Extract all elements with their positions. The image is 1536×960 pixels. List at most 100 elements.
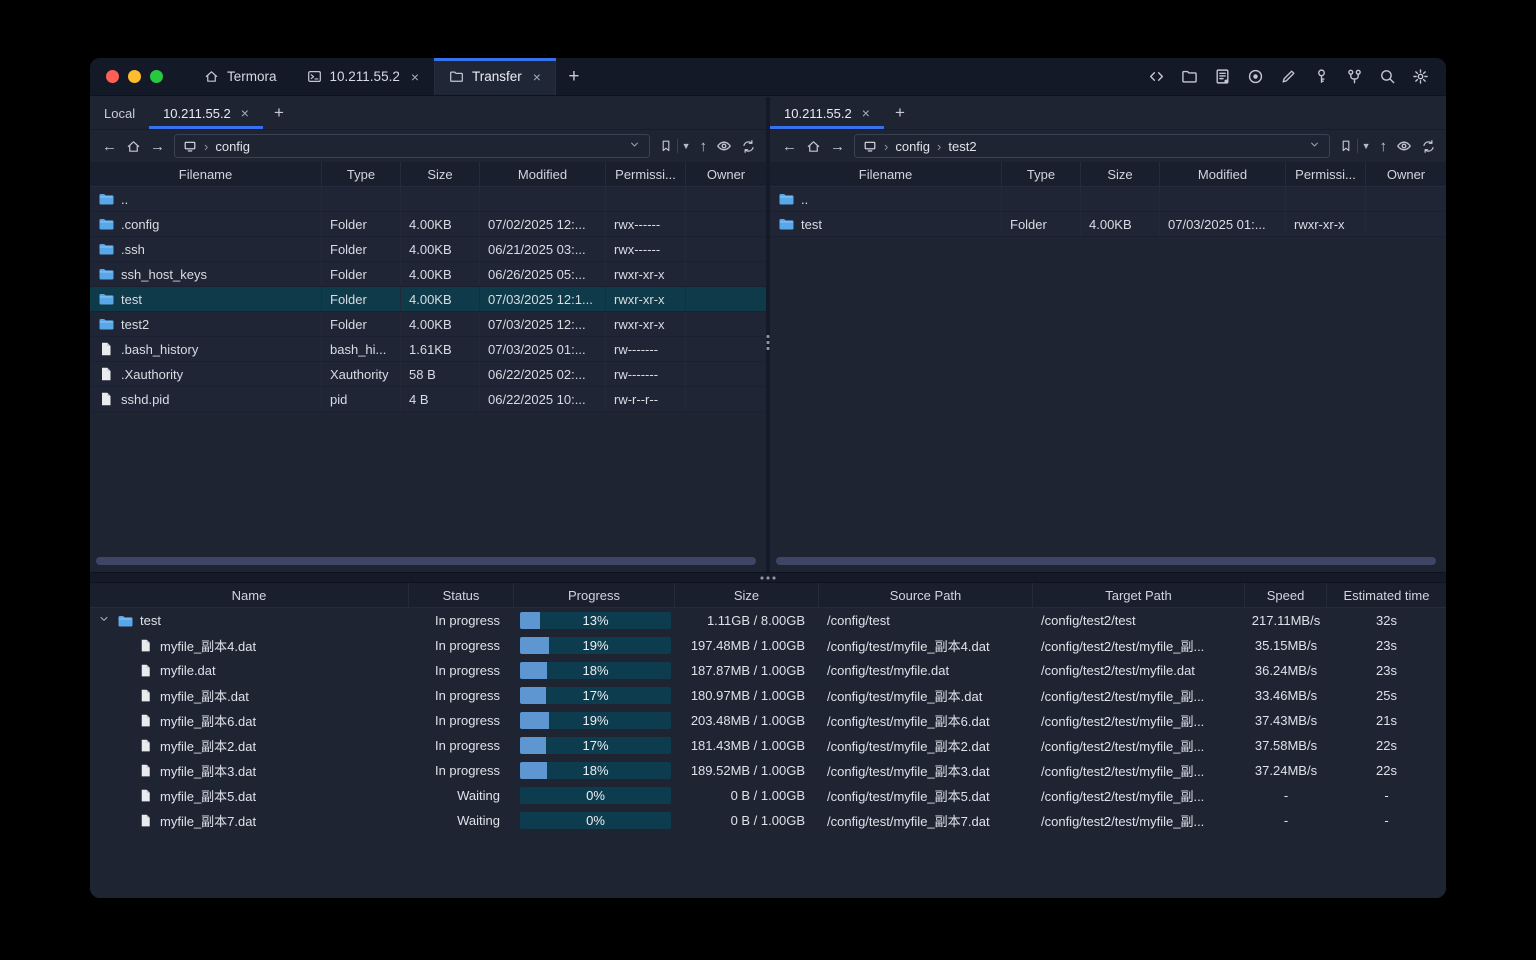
column-header[interactable]: Name [90,583,409,607]
column-header[interactable]: Type [322,162,401,186]
right_panel-tab-strip: 10.211.55.2 × + [770,97,1446,130]
upload-button[interactable]: ↑ [700,139,708,154]
expand-chevron-icon[interactable] [98,613,110,628]
caret-down-icon[interactable]: ▼ [1362,141,1371,151]
path-input[interactable]: › config [174,134,650,158]
close-icon[interactable]: × [411,69,419,85]
file-table-body: .. test Folder 4.00KB 07/03/2025 01:... rwxr-… [770,187,1446,237]
column-header[interactable]: Speed [1245,583,1327,607]
refresh-button[interactable] [741,139,756,154]
table-row[interactable]: .Xauthority Xauthority 58 B 06/22/2025 02:.… [90,362,766,387]
gear-button[interactable] [1408,65,1432,89]
column-header[interactable]: Size [1081,162,1160,186]
transfer-row[interactable]: myfile_副本4.dat In progress 19% 197.48MB / 1… [90,633,1446,658]
table-row[interactable]: ssh_host_keys Folder 4.00KB 06/26/2025 05:.… [90,262,766,287]
new-panel-tab-button[interactable]: + [884,97,916,129]
edit-button[interactable] [1276,65,1300,89]
column-header[interactable]: Owner [686,162,766,186]
new-panel-tab-button[interactable]: + [263,97,295,129]
new-title-tab-button[interactable]: + [556,58,592,95]
transfer-row[interactable]: myfile_副本7.dat Waiting 0% 0 B / 1.00GB/conf… [90,808,1446,833]
horizontal-scrollbar[interactable] [776,557,1436,565]
home-button[interactable] [806,139,821,154]
table-row[interactable]: .ssh Folder 4.00KB 06/21/2025 03:... rwx----… [90,237,766,262]
key-button[interactable] [1309,65,1333,89]
column-header[interactable]: Type [1002,162,1081,186]
record-button[interactable] [1243,65,1267,89]
transfer-row[interactable]: test In progress 13% 1.11GB / 8.00GB/config… [90,608,1446,633]
refresh-button[interactable] [1421,139,1436,154]
column-header[interactable]: Estimated time [1327,583,1446,607]
path-segment[interactable]: config [215,139,250,154]
log-button[interactable] [1210,65,1234,89]
table-row[interactable]: test Folder 4.00KB 07/03/2025 01:... rwxr-xr… [770,212,1446,237]
table-row[interactable]: .. [770,187,1446,212]
search-button[interactable] [1375,65,1399,89]
keychain-button[interactable] [1342,65,1366,89]
table-row[interactable]: .config Folder 4.00KB 07/02/2025 12:... rwx-… [90,212,766,237]
horizontal-splitter[interactable] [90,572,1446,583]
table-row[interactable]: test2 Folder 4.00KB 07/03/2025 12:... rwxr-x… [90,312,766,337]
table-row[interactable]: test Folder 4.00KB 07/03/2025 12:1... rwxr-x… [90,287,766,312]
transfer-row[interactable]: myfile_副本6.dat In progress 19% 203.48MB / 1… [90,708,1446,733]
back-button[interactable]: ← [782,139,797,154]
column-header[interactable]: Size [401,162,480,186]
chevron-down-icon[interactable] [1308,138,1321,154]
column-header[interactable]: Source Path [819,583,1033,607]
path-input[interactable]: › config › test2 [854,134,1330,158]
title-tab-transfer[interactable]: Transfer × [434,58,556,95]
column-header[interactable]: Permissi... [606,162,686,186]
column-header[interactable]: Status [409,583,514,607]
horizontal-scrollbar[interactable] [96,557,756,565]
table-row[interactable]: .. [90,187,766,212]
progress-bar: 0% [520,787,671,804]
close-icon[interactable]: × [862,105,870,121]
table-row[interactable]: .bash_history bash_hi... 1.61KB 07/03/2025 … [90,337,766,362]
show-hidden-button[interactable] [716,138,732,154]
minimize-window-button[interactable] [128,70,141,83]
file-modified [480,187,606,211]
panel-tab-local[interactable]: Local [90,97,149,129]
close-icon[interactable]: × [241,105,249,121]
bookmark-button[interactable] [1339,139,1353,153]
column-header[interactable]: Progress [514,583,675,607]
transfer-row[interactable]: myfile.dat In progress 18% 187.87MB / 1.00G… [90,658,1446,683]
table-row[interactable]: sshd.pid pid 4 B 06/22/2025 10:... rw-r--r-- [90,387,766,412]
upload-button[interactable]: ↑ [1380,139,1388,154]
column-header[interactable]: Filename [90,162,322,186]
column-header[interactable]: Filename [770,162,1002,186]
home-button[interactable] [126,139,141,154]
close-icon[interactable]: × [533,69,541,85]
column-header[interactable]: Modified [480,162,606,186]
transfer-name: myfile_副本6.dat [160,714,257,729]
column-header[interactable]: Size [675,583,819,607]
column-header[interactable]: Modified [1160,162,1286,186]
transfer-row[interactable]: myfile_副本5.dat Waiting 0% 0 B / 1.00GB/conf… [90,783,1446,808]
caret-down-icon[interactable]: ▼ [682,141,691,151]
code-button[interactable] [1144,65,1168,89]
path-segment[interactable]: test2 [948,139,976,154]
transfer-row[interactable]: myfile_副本2.dat In progress 17% 181.43MB / 1… [90,733,1446,758]
back-button[interactable]: ← [102,139,117,154]
folder-button[interactable] [1177,65,1201,89]
title-tab-label: 10.211.55.2 [329,69,400,84]
column-header[interactable]: Target Path [1033,583,1245,607]
title-tab-10-211-55-2[interactable]: 10.211.55.2 × [292,58,435,95]
show-hidden-button[interactable] [1396,138,1412,154]
forward-button[interactable]: → [830,139,845,154]
panel-tab-10-211-55-2[interactable]: 10.211.55.2 × [149,97,263,129]
column-header[interactable]: Permissi... [1286,162,1366,186]
zoom-window-button[interactable] [150,70,163,83]
chevron-down-icon[interactable] [628,138,641,154]
forward-button[interactable]: → [150,139,165,154]
transfer-size: 203.48MB / 1.00GB [690,713,805,728]
close-window-button[interactable] [106,70,119,83]
path-segment[interactable]: config [895,139,930,154]
column-header[interactable]: Owner [1366,162,1446,186]
title-tab-termora[interactable]: Termora [189,58,292,95]
transfer-row[interactable]: myfile_副本3.dat In progress 18% 189.52MB / 1… [90,758,1446,783]
file-icon [98,341,114,357]
transfer-row[interactable]: myfile_副本.dat In progress 17% 180.97MB / 1.… [90,683,1446,708]
bookmark-button[interactable] [659,139,673,153]
panel-tab-10-211-55-2[interactable]: 10.211.55.2 × [770,97,884,129]
